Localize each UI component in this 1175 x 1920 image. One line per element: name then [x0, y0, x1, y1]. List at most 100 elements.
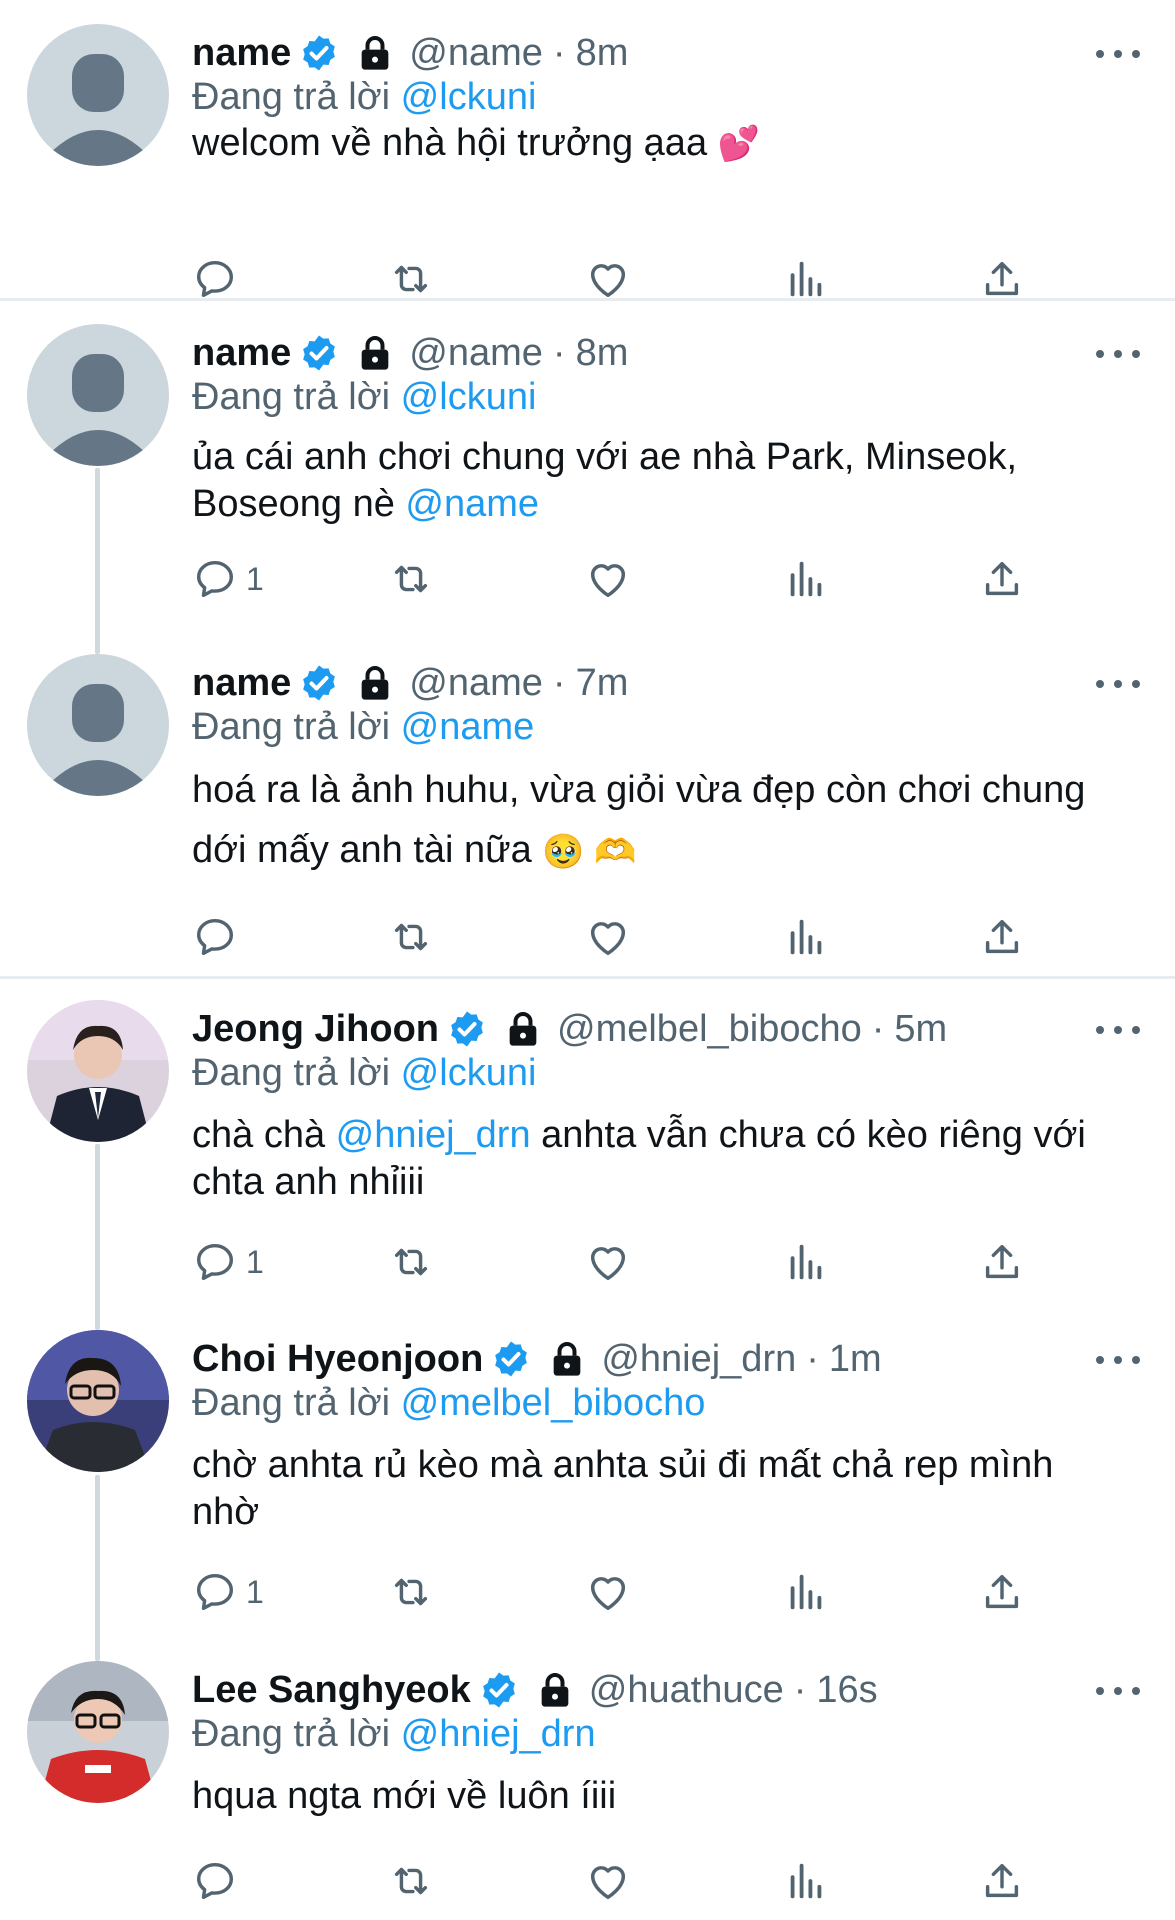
separator-dot: · [793, 1668, 807, 1711]
tweet-header: Choi Hyeonjoon @hniej_drn · 1m [192, 1336, 882, 1382]
display-name[interactable]: Lee Sanghyeok [192, 1669, 471, 1712]
inline-mention[interactable]: @name [405, 483, 539, 525]
display-name[interactable]: name [192, 332, 291, 375]
timestamp[interactable]: 8m [576, 32, 629, 75]
more-options-icon[interactable] [1096, 1683, 1140, 1699]
verified-badge-icon [495, 1341, 528, 1377]
tweet-text: chờ anhta rủ kèo mà anhta sủi đi mất chả… [192, 1442, 1053, 1536]
retweet-button[interactable] [388, 912, 434, 962]
handle[interactable]: @hniej_drn [601, 1338, 796, 1381]
reply-icon [196, 1862, 234, 1900]
profile-photo [27, 1000, 169, 1142]
tweet-text-line: hqua ngta mới về luôn íiii [192, 1775, 617, 1817]
views-button[interactable] [783, 554, 829, 604]
share-button[interactable] [979, 1237, 1025, 1287]
more-options-icon[interactable] [1096, 46, 1140, 62]
views-button[interactable] [783, 1237, 829, 1287]
display-name[interactable]: Jeong Jihoon [192, 1008, 439, 1051]
reply-count: 1 [246, 1573, 264, 1610]
views-button[interactable] [783, 1567, 829, 1617]
like-button[interactable] [585, 554, 631, 604]
tweet-text-line: chta anh nhỉiii [192, 1161, 425, 1203]
separator-dot: · [552, 31, 566, 74]
share-button[interactable] [979, 1856, 1025, 1906]
retweet-button[interactable] [388, 1856, 434, 1906]
tweet-text-line: nhờ [192, 1491, 260, 1533]
replying-to-mention[interactable]: @lckuni [401, 1052, 537, 1094]
avatar[interactable] [27, 324, 169, 466]
verified-badge-icon [303, 335, 336, 371]
profile-photo [27, 1661, 169, 1803]
display-name[interactable]: Choi Hyeonjoon [192, 1338, 483, 1381]
reply-button[interactable]: 1 [192, 1567, 264, 1617]
inline-mention[interactable]: @hniej_drn [336, 1114, 531, 1156]
timestamp[interactable]: 7m [576, 662, 629, 705]
share-button[interactable] [979, 554, 1025, 604]
like-icon [590, 922, 626, 956]
reply-button[interactable] [192, 1856, 246, 1906]
divider [0, 298, 1175, 301]
reply-button[interactable]: 1 [192, 554, 264, 604]
default-avatar-icon [47, 54, 149, 166]
reply-button[interactable]: 1 [192, 1237, 264, 1287]
separator-dot: · [552, 331, 566, 374]
avatar[interactable] [27, 1661, 169, 1803]
replying-to-mention[interactable]: @lckuni [401, 376, 537, 418]
timestamp[interactable]: 8m [576, 332, 629, 375]
views-button[interactable] [783, 254, 829, 304]
share-button[interactable] [979, 912, 1025, 962]
reply-button[interactable] [192, 254, 246, 304]
like-button[interactable] [585, 1567, 631, 1617]
two-hearts-emoji: 💕 [717, 125, 760, 164]
handle[interactable]: @huathuce [589, 1669, 784, 1712]
retweet-button[interactable] [388, 554, 434, 604]
like-button[interactable] [585, 1856, 631, 1906]
like-button[interactable] [585, 254, 631, 304]
more-options-icon[interactable] [1096, 1022, 1140, 1038]
views-button[interactable] [783, 1856, 829, 1906]
replying-to-mention[interactable]: @lckuni [401, 76, 537, 118]
lock-icon [361, 336, 389, 370]
tweet-actions: 1 [0, 1237, 1175, 1287]
replying-to: Đang trả lời @melbel_bibocho [192, 1382, 705, 1425]
replying-to-mention[interactable]: @name [401, 706, 535, 748]
handle[interactable]: @name [409, 32, 543, 75]
avatar[interactable] [27, 24, 169, 166]
reply-button[interactable] [192, 912, 246, 962]
share-button[interactable] [979, 1567, 1025, 1617]
like-icon [590, 264, 626, 298]
timestamp[interactable]: 1m [829, 1338, 882, 1381]
display-name[interactable]: name [192, 662, 291, 705]
tweet-text: hoá ra là ảnh huhu, vừa giỏi vừa đẹp còn… [192, 760, 1085, 882]
share-button[interactable] [979, 254, 1025, 304]
replying-prefix: Đang trả lời [192, 76, 391, 118]
more-options-icon[interactable] [1096, 346, 1140, 362]
tweet-header: Jeong Jihoon @melbel_bibocho · 5m [192, 1006, 947, 1052]
retweet-button[interactable] [388, 1567, 434, 1617]
like-button[interactable] [585, 912, 631, 962]
more-options-icon[interactable] [1096, 676, 1140, 692]
views-button[interactable] [783, 912, 829, 962]
retweet-button[interactable] [388, 254, 434, 304]
replying-to-mention[interactable]: @melbel_bibocho [401, 1382, 706, 1424]
separator-dot: · [806, 1337, 819, 1380]
retweet-button[interactable] [388, 1237, 434, 1287]
more-options-icon[interactable] [1096, 1352, 1140, 1368]
avatar[interactable] [27, 1330, 169, 1472]
handle[interactable]: @name [409, 662, 543, 705]
handle[interactable]: @name [409, 332, 543, 375]
replying-to-mention[interactable]: @hniej_drn [401, 1713, 596, 1755]
like-button[interactable] [585, 1237, 631, 1287]
timestamp[interactable]: 16s [816, 1669, 877, 1712]
display-name[interactable]: name [192, 32, 291, 75]
verified-badge-icon [303, 665, 336, 701]
retweet-icon [394, 1867, 428, 1895]
timestamp[interactable]: 5m [894, 1008, 947, 1051]
avatar[interactable] [27, 1000, 169, 1142]
avatar[interactable] [27, 654, 169, 796]
reply-icon [196, 1573, 234, 1611]
verified-badge-icon [482, 1672, 515, 1708]
handle[interactable]: @melbel_bibocho [557, 1008, 862, 1051]
like-icon [590, 1247, 626, 1281]
tweet-header: name @name · 7m [192, 660, 628, 706]
